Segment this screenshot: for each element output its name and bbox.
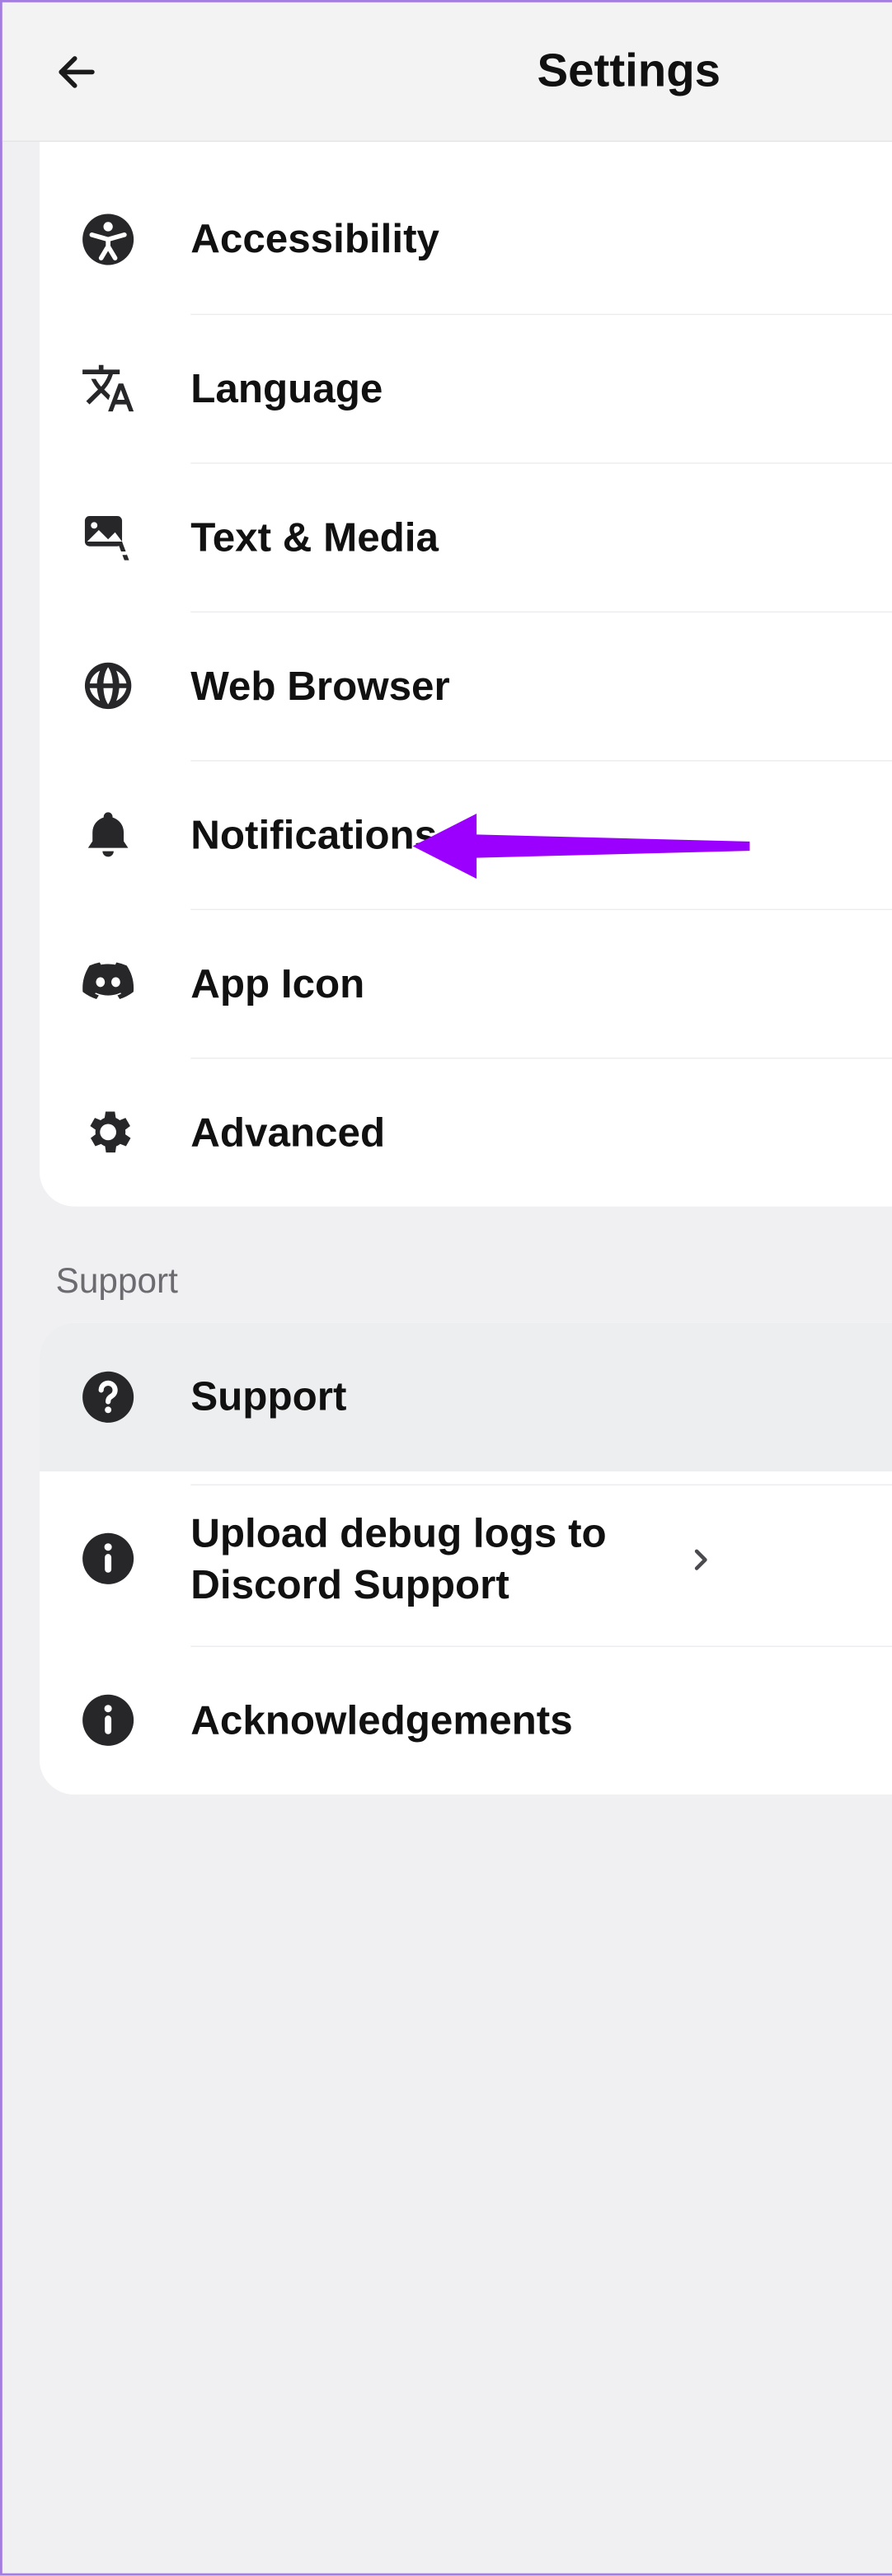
text-media-icon bbox=[79, 509, 137, 565]
settings-group-support: Support Upload debug logs to Discord Sup… bbox=[40, 1323, 892, 1795]
page-title: Settings bbox=[2, 45, 892, 97]
row-label: Notifications bbox=[190, 809, 892, 861]
web-browser-row[interactable]: Web Browser bbox=[40, 612, 892, 760]
row-label: Acknowledgements bbox=[190, 1696, 892, 1747]
settings-header: Settings bbox=[2, 2, 892, 142]
bell-icon bbox=[79, 808, 137, 861]
language-row[interactable]: Language English, US bbox=[40, 314, 892, 462]
advanced-row[interactable]: Advanced bbox=[40, 1058, 892, 1206]
chevron-right-icon bbox=[688, 1546, 714, 1572]
text-media-row[interactable]: Text & Media bbox=[40, 462, 892, 611]
upload-debug-logs-row[interactable]: Upload debug logs to Discord Support bbox=[40, 1471, 892, 1646]
row-label: Text & Media bbox=[190, 512, 892, 563]
notifications-row[interactable]: Notifications bbox=[40, 760, 892, 908]
arrow-left-icon bbox=[54, 49, 100, 95]
info-icon bbox=[79, 1531, 137, 1587]
app-icon-row[interactable]: App Icon NEW bbox=[40, 909, 892, 1058]
row-label: Web Browser bbox=[190, 661, 892, 712]
row-label: Advanced bbox=[190, 1107, 892, 1158]
info-icon bbox=[79, 1692, 137, 1748]
row-label: Accessibility bbox=[190, 214, 892, 265]
accessibility-row[interactable]: Accessibility bbox=[40, 165, 892, 313]
discord-icon bbox=[79, 955, 137, 1011]
support-section-title: Support bbox=[56, 1262, 892, 1302]
accessibility-icon bbox=[79, 212, 137, 268]
gear-icon bbox=[79, 1105, 137, 1161]
support-row[interactable]: Support bbox=[40, 1323, 892, 1471]
help-icon bbox=[79, 1369, 137, 1425]
back-button[interactable] bbox=[49, 44, 105, 100]
acknowledgements-row[interactable]: Acknowledgements bbox=[40, 1646, 892, 1795]
row-label: App Icon bbox=[190, 959, 892, 1010]
globe-icon bbox=[79, 658, 137, 714]
translate-icon bbox=[79, 360, 137, 416]
row-label: Upload debug logs to Discord Support bbox=[190, 1509, 678, 1610]
row-label: Language bbox=[190, 364, 892, 415]
settings-group-app: Accessibility Language English, US bbox=[40, 142, 892, 1207]
row-label: Support bbox=[190, 1372, 892, 1423]
